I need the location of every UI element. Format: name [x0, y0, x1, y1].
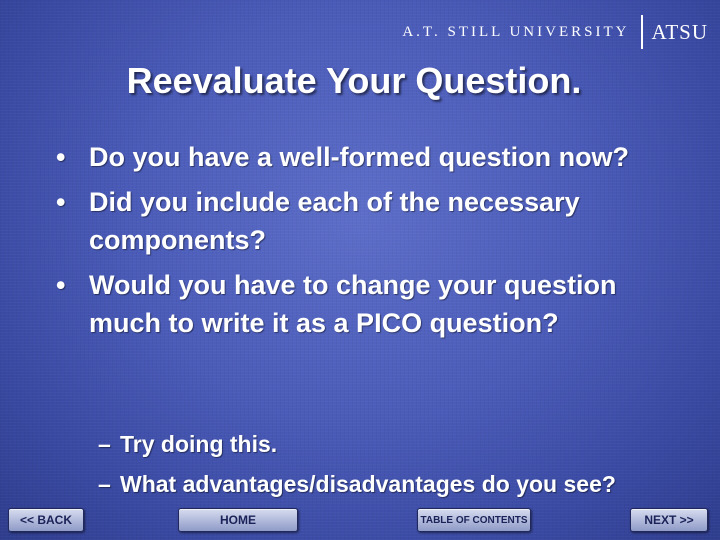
university-acronym: ATSU [651, 19, 708, 44]
sub-bullet-item: – What advantages/disadvantages do you s… [98, 464, 658, 504]
home-button[interactable]: HOME [178, 508, 298, 532]
bullet-text: Would you have to change your question m… [89, 270, 617, 338]
slide-title: Reevaluate Your Question. [126, 60, 582, 101]
bullet-list: • Do you have a well-formed question now… [56, 138, 656, 349]
university-name: A.T. STILL UNIVERSITY [402, 23, 630, 40]
bullet-marker: • [56, 187, 66, 217]
table-of-contents-button[interactable]: TABLE OF CONTENTS [417, 508, 531, 532]
bullet-text: Do you have a well-formed question now? [89, 142, 630, 172]
sub-bullet-list: – Try doing this. – What advantages/disa… [98, 424, 658, 504]
bullet-text: Did you include each of the necessary co… [89, 187, 580, 255]
sub-bullet-marker: – [98, 471, 111, 497]
back-button[interactable]: << BACK [8, 508, 84, 532]
sub-bullet-text: Try doing this. [120, 431, 278, 457]
next-button[interactable]: NEXT >> [630, 508, 708, 532]
logo-divider [641, 15, 644, 49]
bullet-marker: • [56, 270, 66, 300]
bullet-marker: • [56, 142, 66, 172]
sub-bullet-marker: – [98, 431, 111, 457]
bullet-item: • Would you have to change your question… [56, 266, 656, 342]
sub-bullet-text: What advantages/disadvantages do you see… [120, 471, 616, 497]
bullet-item: • Do you have a well-formed question now… [56, 138, 656, 176]
sub-bullet-item: – Try doing this. [98, 424, 658, 464]
bullet-item: • Did you include each of the necessary … [56, 183, 656, 259]
university-logo: A.T. STILL UNIVERSITY ATSU [402, 14, 708, 50]
